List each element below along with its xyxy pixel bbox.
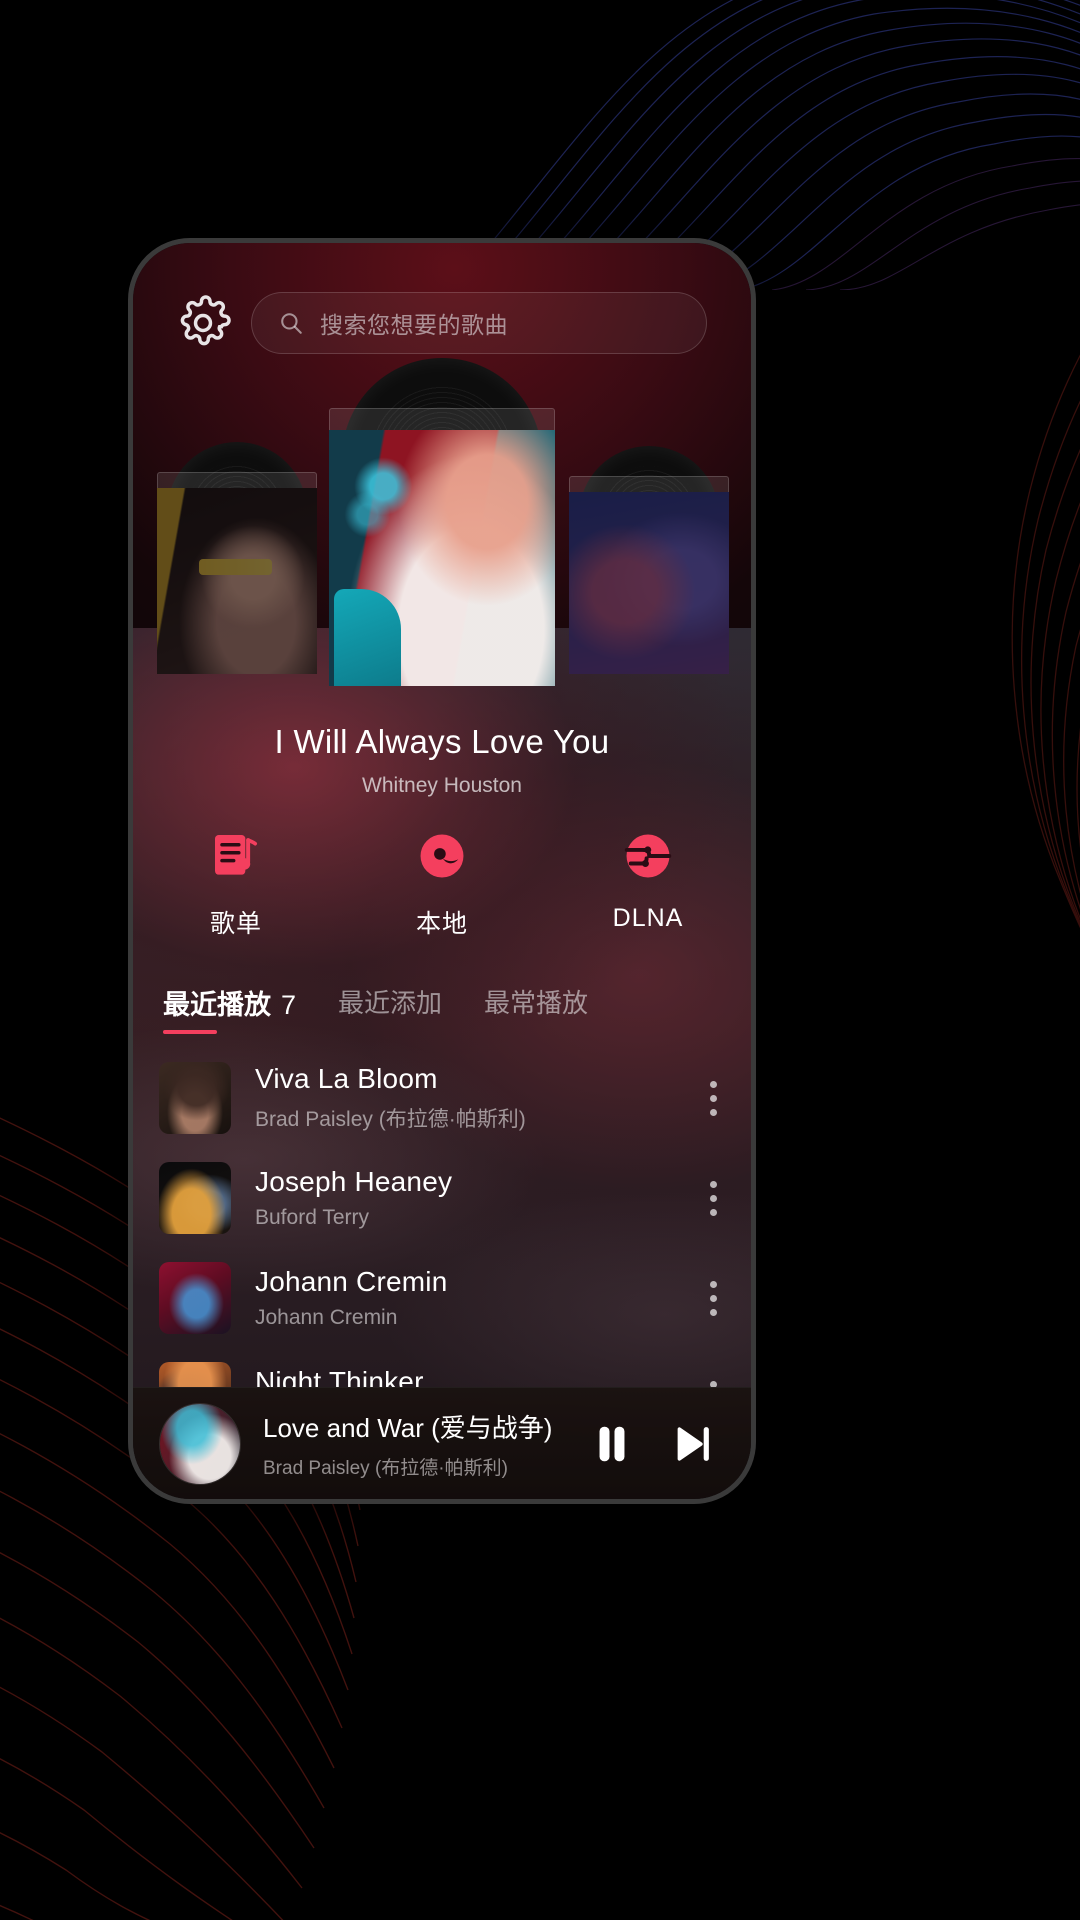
tab-most-played-label: 最常播放 [484, 988, 589, 1018]
song-title: Joseph Heaney [255, 1166, 453, 1197]
album-dim-overlay [157, 488, 317, 674]
skip-next-icon[interactable] [669, 1421, 715, 1467]
category-playlist[interactable]: 歌单 [133, 828, 339, 940]
category-dlna-label: DLNA [612, 904, 684, 932]
playlist-music-icon [208, 828, 264, 884]
list-item[interactable]: Night Thinker Night Thinker [133, 1348, 751, 1387]
player-track-title: Love and War (爱与战争) [263, 1412, 553, 1443]
now-playing-info: I Will Always Love You Whitney Houston [133, 723, 751, 798]
mini-player-bar[interactable]: Love and War (爱与战争) Brad Paisley (布拉德·帕斯… [133, 1387, 751, 1499]
tab-recent-played-count: 7 [281, 990, 297, 1020]
tab-most-played[interactable]: 最常播放 [484, 983, 588, 1032]
song-list[interactable]: Viva La Bloom Brad Paisley (布拉德·帕斯利) Jos… [133, 1048, 751, 1387]
player-track-artist: Brad Paisley (布拉德·帕斯利) [263, 1457, 508, 1479]
cover-image-man-pink-shirt [329, 430, 555, 686]
tab-recent-added[interactable]: 最近添加 [338, 983, 442, 1032]
tab-recent-played-label: 最近播放 [163, 990, 271, 1020]
vinyl-disc-icon [414, 828, 470, 884]
category-local[interactable]: 本地 [339, 828, 545, 940]
album-card-left[interactable] [157, 442, 317, 674]
song-title: Viva La Bloom [255, 1063, 438, 1094]
song-thumbnail [159, 1062, 231, 1134]
album-card-right[interactable] [569, 446, 729, 674]
gear-icon[interactable] [175, 295, 231, 351]
song-title: Johann Cremin [255, 1266, 448, 1297]
screenshot-root: 搜索您想要的歌曲 I Will Always Love You Whitney … [0, 0, 1080, 1920]
song-thumbnail [159, 1362, 231, 1387]
song-meta: Viva La Bloom Brad Paisley (布拉德·帕斯利) [255, 1063, 689, 1133]
album-carousel[interactable] [133, 358, 751, 718]
song-thumbnail [159, 1262, 231, 1334]
song-title: Night Thinker [255, 1366, 424, 1387]
list-item[interactable]: Joseph Heaney Buford Terry [133, 1148, 751, 1248]
more-vertical-icon[interactable] [709, 1080, 723, 1116]
category-local-label: 本地 [415, 910, 468, 938]
pause-icon[interactable] [589, 1421, 635, 1467]
phone-frame: 搜索您想要的歌曲 I Will Always Love You Whitney … [128, 238, 756, 1504]
list-item[interactable]: Viva La Bloom Brad Paisley (布拉德·帕斯利) [133, 1048, 751, 1148]
search-input[interactable]: 搜索您想要的歌曲 [251, 292, 707, 354]
album-dim-overlay [569, 492, 729, 674]
now-playing-title: I Will Always Love You [274, 723, 610, 760]
album-card-center[interactable] [329, 358, 555, 686]
category-dlna[interactable]: DLNA [545, 828, 751, 933]
player-album-art[interactable] [159, 1402, 241, 1485]
dlna-network-icon [620, 828, 676, 884]
song-meta: Johann Cremin Johann Cremin [255, 1266, 689, 1330]
app-screen: 搜索您想要的歌曲 I Will Always Love You Whitney … [133, 243, 751, 1499]
song-artist: Brad Paisley (布拉德·帕斯利) [255, 1108, 526, 1131]
song-meta: Joseph Heaney Buford Terry [255, 1166, 689, 1230]
playlist-tabs: 最近播放 7 最近添加 最常播放 [163, 983, 721, 1043]
player-controls [589, 1421, 721, 1467]
tab-recent-played[interactable]: 最近播放 7 [163, 983, 296, 1034]
now-playing-artist: Whitney Houston [362, 774, 522, 797]
song-artist: Johann Cremin [255, 1306, 398, 1329]
wave-right-icon [1011, 354, 1080, 929]
song-artist: Buford Terry [255, 1206, 369, 1229]
category-playlist-label: 歌单 [209, 910, 262, 938]
search-icon [278, 310, 304, 336]
list-item[interactable]: Johann Cremin Johann Cremin [133, 1248, 751, 1348]
tab-recent-added-label: 最近添加 [338, 988, 443, 1018]
more-vertical-icon[interactable] [709, 1180, 723, 1216]
search-placeholder: 搜索您想要的歌曲 [320, 312, 508, 338]
song-thumbnail [159, 1162, 231, 1234]
song-meta: Night Thinker Night Thinker [255, 1366, 689, 1387]
player-meta: Love and War (爱与战争) Brad Paisley (布拉德·帕斯… [263, 1408, 567, 1480]
category-row: 歌单 本地 DLNA [133, 828, 751, 978]
album-cover-art [329, 430, 555, 686]
more-vertical-icon[interactable] [709, 1280, 723, 1316]
